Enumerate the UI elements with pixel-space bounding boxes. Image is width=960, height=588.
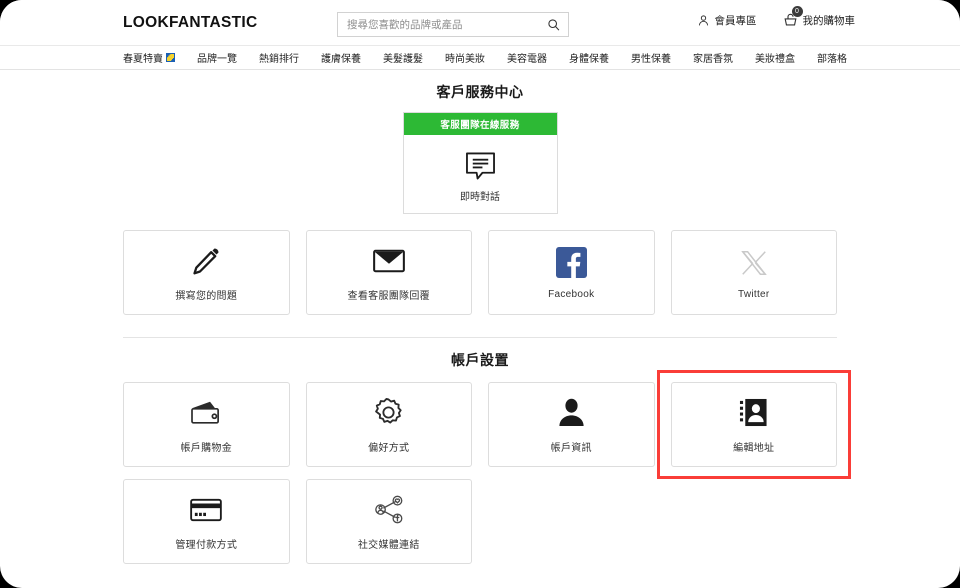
nav-item-8[interactable]: 男性保養 bbox=[631, 50, 671, 65]
account-settings-title: 帳戶設置 bbox=[451, 352, 509, 368]
nav-item-label: 春夏特賣 bbox=[123, 54, 163, 65]
nav-item-7[interactable]: 身體保養 bbox=[569, 50, 609, 65]
cart-link[interactable]: 0 我的購物車 bbox=[783, 6, 856, 28]
person-icon bbox=[557, 396, 586, 430]
card-label: 管理付款方式 bbox=[175, 539, 238, 551]
account-link-label: 會員專區 bbox=[714, 15, 757, 27]
nav-item-10[interactable]: 美妝禮盒 bbox=[755, 50, 795, 65]
pencil-icon bbox=[190, 244, 222, 278]
credit-card-icon bbox=[189, 493, 223, 527]
card-write-question[interactable]: 撰寫您的問題 bbox=[123, 230, 290, 315]
service-card-grid: 撰寫您的問題 查看客服團隊回覆 Facebook Twitter bbox=[123, 230, 837, 315]
card-social-links[interactable]: 社交媒體連結 bbox=[305, 479, 472, 564]
nav-item-3[interactable]: 護膚保養 bbox=[321, 50, 361, 65]
card-label: Facebook bbox=[548, 288, 595, 300]
search-input[interactable] bbox=[347, 18, 544, 31]
card-preferences[interactable]: 偏好方式 bbox=[305, 382, 472, 467]
card-label: 帳戶購物金 bbox=[180, 442, 232, 454]
envelope-icon bbox=[372, 244, 406, 278]
edit-address-highlight: 編輯地址 bbox=[656, 370, 851, 479]
nav-item-6[interactable]: 美容電器 bbox=[507, 50, 547, 65]
site-header: LOOKFANTASTIC 會員專區 0 bbox=[0, 0, 960, 45]
live-chat-label: 即時對話 bbox=[460, 192, 500, 203]
address-book-icon bbox=[739, 396, 768, 430]
card-twitter[interactable]: Twitter bbox=[670, 230, 837, 315]
nav-item-9[interactable]: 家居香氛 bbox=[693, 50, 733, 65]
section-divider bbox=[123, 337, 837, 338]
card-facebook[interactable]: Facebook bbox=[488, 230, 655, 315]
card-label: 社交媒體連結 bbox=[357, 539, 420, 551]
browser-page: LOOKFANTASTIC 會員專區 0 bbox=[0, 0, 960, 588]
card-payment-methods[interactable]: 管理付款方式 bbox=[123, 479, 290, 564]
gear-icon bbox=[373, 396, 404, 430]
twitter-x-icon bbox=[739, 246, 769, 280]
card-label: 偏好方式 bbox=[368, 442, 410, 454]
live-chat-banner: 客服團隊在線服務 bbox=[403, 113, 557, 135]
cart-count-badge: 0 bbox=[791, 6, 803, 17]
wallet-icon bbox=[189, 396, 223, 430]
site-logo[interactable]: LOOKFANTASTIC bbox=[123, 14, 258, 32]
service-center-title: 客戶服務中心 bbox=[436, 84, 524, 100]
chat-bubble-icon bbox=[464, 148, 497, 182]
nav-item-4[interactable]: 美髮護髮 bbox=[383, 50, 423, 65]
cart-link-label: 我的購物車 bbox=[802, 15, 856, 27]
sale-badge-icon bbox=[166, 53, 175, 62]
header-actions: 會員專區 0 我的購物車 bbox=[697, 6, 856, 28]
person-icon bbox=[698, 15, 708, 26]
search-icon[interactable] bbox=[544, 16, 562, 34]
nav-item-5[interactable]: 時尚美妝 bbox=[445, 50, 485, 65]
search-bar[interactable] bbox=[337, 12, 569, 37]
cart-icon-wrap: 0 bbox=[783, 6, 803, 28]
nav-item-11[interactable]: 部落格 bbox=[817, 50, 847, 65]
page-content: 客戶服務中心 客服團隊在線服務 即時對話 撰寫您的問題 查看客服團隊回覆 Fac… bbox=[0, 82, 960, 564]
account-settings-grid-row2: 管理付款方式 社交媒體連結 bbox=[123, 479, 837, 564]
card-account-info[interactable]: 帳戶資訊 bbox=[488, 382, 655, 467]
nav-item-2[interactable]: 熱銷排行 bbox=[259, 50, 299, 65]
facebook-icon bbox=[555, 246, 587, 280]
card-label: 查看客服團隊回覆 bbox=[347, 290, 430, 302]
live-chat-card[interactable]: 客服團隊在線服務 即時對話 bbox=[402, 112, 558, 214]
account-settings-grid-row1: 帳戶購物金 偏好方式 帳戶資訊 編輯地址 bbox=[123, 370, 851, 479]
nav-item-0[interactable]: 春夏特賣 bbox=[123, 50, 175, 65]
card-account-credit[interactable]: 帳戶購物金 bbox=[123, 382, 290, 467]
social-network-icon bbox=[373, 493, 405, 527]
nav-item-1[interactable]: 品牌一覽 bbox=[197, 50, 237, 65]
card-label: 撰寫您的問題 bbox=[175, 290, 238, 302]
card-label: Twitter bbox=[737, 288, 770, 300]
main-nav: 春夏特賣 品牌一覽 熱銷排行 護膚保養 美髮護髮 時尚美妝 美容電器 身體保養 … bbox=[0, 45, 960, 70]
card-edit-address[interactable]: 編輯地址 bbox=[670, 382, 837, 467]
card-view-replies[interactable]: 查看客服團隊回覆 bbox=[305, 230, 472, 315]
card-label: 帳戶資訊 bbox=[550, 442, 592, 454]
account-link[interactable]: 會員專區 bbox=[697, 13, 757, 28]
live-chat-body: 即時對話 bbox=[404, 135, 557, 213]
card-label: 編輯地址 bbox=[733, 442, 775, 454]
